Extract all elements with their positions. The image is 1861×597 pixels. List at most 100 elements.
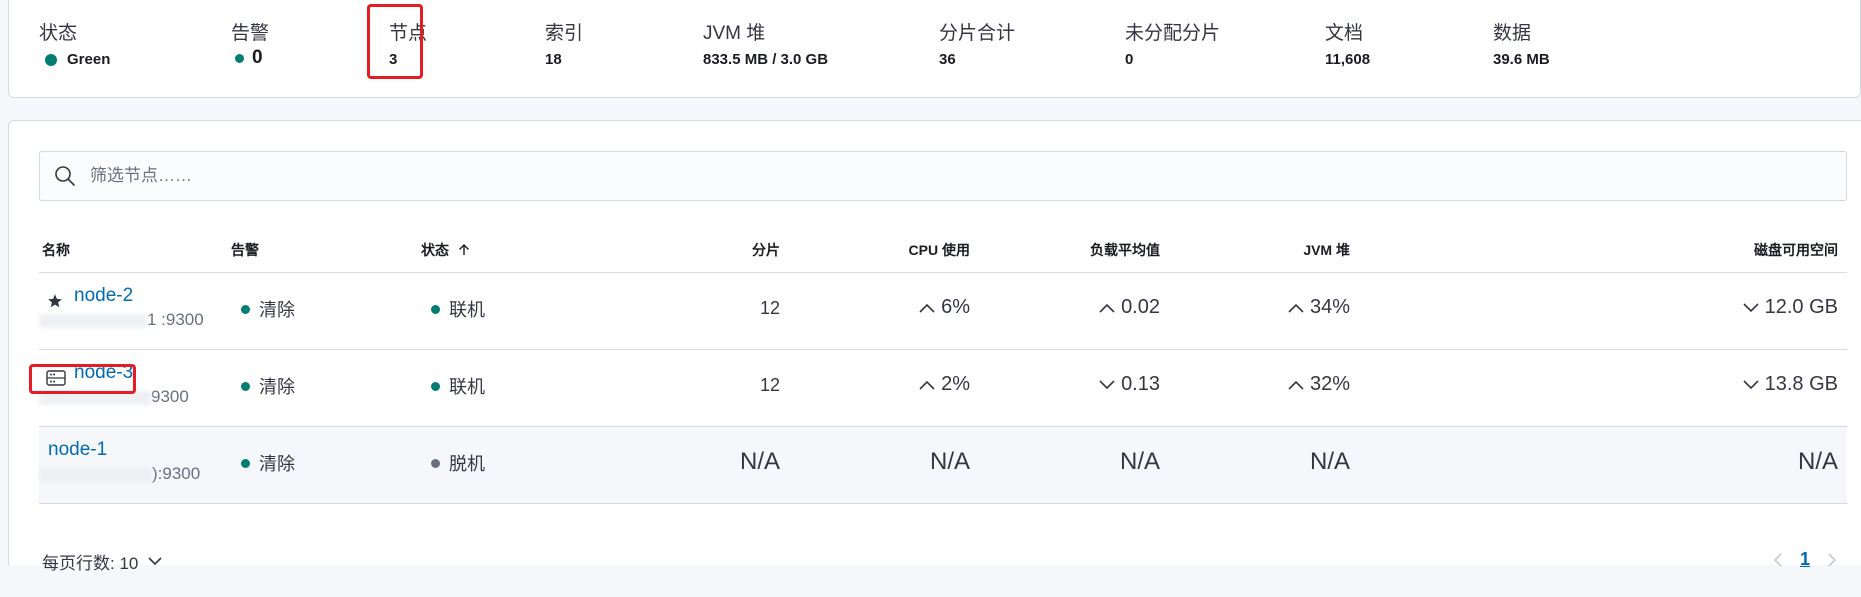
- jvm-heap-usage: 32%: [1288, 373, 1350, 396]
- stat-data-value: 39.6 MB: [1493, 51, 1550, 68]
- shards-value: 12: [759, 375, 780, 395]
- stat-data: 数据 39.6 MB: [1493, 22, 1550, 70]
- column-header-shards[interactable]: 分片: [752, 240, 780, 260]
- stat-total-shards-value: 36: [939, 51, 956, 68]
- column-header-alerts[interactable]: 告警: [231, 240, 259, 260]
- node-status-text: 联机: [449, 300, 485, 320]
- stat-indices-value[interactable]: 18: [545, 50, 583, 70]
- alert-count-text[interactable]: 0: [252, 48, 263, 68]
- jvm-heap-value: N/A: [1309, 448, 1350, 475]
- node-1-highlight: [29, 364, 136, 394]
- stat-unassigned-shards: 未分配分片 0: [1125, 22, 1220, 70]
- search-input[interactable]: [88, 165, 1792, 187]
- sort-ascending-icon: [459, 244, 469, 255]
- cluster-summary-bar: 状态 Green 告警 0 节点 3 索引 18 JVM 堆 833.5 MB …: [8, 0, 1861, 98]
- column-header-status[interactable]: 状态: [421, 240, 470, 260]
- table-row: node-1 ):9300 清除 脱机 N/A N/A N/A N/A N/A: [39, 427, 1847, 504]
- redacted-address-mask: [39, 313, 147, 328]
- trend-up-icon: [1288, 303, 1304, 313]
- stat-documents: 文档 11,608: [1325, 22, 1370, 70]
- trend-up-icon: [919, 303, 935, 313]
- node-status: 脱机: [431, 450, 485, 476]
- stat-data-label: 数据: [1493, 23, 1532, 44]
- stat-total-shards-label: 分片合计: [939, 23, 1016, 44]
- alert-dot-icon: [235, 53, 244, 63]
- alert-status: 清除: [241, 373, 295, 399]
- node-address: ):9300: [39, 464, 200, 484]
- load-average: 0.02: [1099, 296, 1160, 319]
- stat-total-shards: 分片合计 36: [939, 22, 1015, 70]
- disk-free-space: 12.0 GB: [1743, 296, 1838, 319]
- cpu-usage-value: 6%: [941, 296, 970, 318]
- cpu-usage-value: N/A: [929, 448, 970, 475]
- alert-status-text: 清除: [259, 377, 295, 397]
- alert-dot-icon: [241, 381, 250, 391]
- cpu-usage-value: 2%: [941, 373, 970, 395]
- stat-documents-label: 文档: [1325, 23, 1364, 44]
- node-address-visible: 1 :9300: [147, 310, 204, 329]
- node-status: 联机: [431, 296, 485, 322]
- alert-dot-icon: [241, 304, 250, 314]
- node-link[interactable]: node-1: [48, 439, 107, 461]
- column-header-cpu[interactable]: CPU 使用: [909, 240, 970, 260]
- alert-status: 清除: [241, 450, 295, 476]
- node-address: 1 :9300: [39, 310, 204, 330]
- cpu-usage: 6%: [919, 296, 970, 319]
- column-header-disk[interactable]: 磁盘可用空间: [1754, 240, 1838, 260]
- load-average-value: N/A: [1119, 448, 1160, 475]
- disk-free-value: 12.0 GB: [1764, 296, 1838, 318]
- status-dot-icon: [431, 304, 440, 314]
- column-header-name[interactable]: 名称: [42, 240, 70, 260]
- table-footer: 每页行数: 10 1: [39, 549, 1847, 597]
- disk-free-value: N/A: [1797, 448, 1838, 475]
- column-header-jvm[interactable]: JVM 堆: [1303, 240, 1350, 260]
- trend-down-icon: [1743, 379, 1759, 389]
- load-average-value: 0.13: [1121, 373, 1160, 395]
- search-icon: [55, 166, 75, 186]
- node-link[interactable]: node-2: [74, 285, 133, 307]
- redacted-address-mask: [39, 467, 152, 482]
- stat-alerts-label: 告警: [231, 23, 270, 44]
- disk-free-value: 13.8 GB: [1764, 373, 1838, 395]
- next-page-icon[interactable]: [1828, 552, 1837, 567]
- alert-status-text: 清除: [259, 300, 295, 320]
- cpu-usage: 2%: [919, 373, 970, 396]
- column-header-load[interactable]: 负载平均值: [1090, 240, 1160, 260]
- jvm-heap-value: 34%: [1309, 296, 1350, 318]
- trend-up-icon: [1288, 380, 1304, 390]
- stat-indices: 索引 18: [545, 22, 583, 70]
- column-header-status-label: 状态: [421, 242, 449, 258]
- pagination: 1: [1773, 549, 1837, 570]
- stat-documents-value: 11,608: [1325, 51, 1371, 68]
- stat-jvm-heap: JVM 堆 833.5 MB / 3.0 GB: [703, 22, 828, 70]
- node-address-visible: ):9300: [152, 464, 201, 483]
- previous-page-icon[interactable]: [1773, 552, 1782, 567]
- node-filter-search[interactable]: [39, 151, 1847, 201]
- trend-up-icon: [1099, 303, 1115, 313]
- node-address-visible: 9300: [151, 387, 189, 406]
- shards-value: 12: [759, 298, 780, 318]
- status-dot-icon: [431, 381, 440, 391]
- alert-status-text: 清除: [259, 454, 295, 474]
- stat-indices-label: 索引: [545, 23, 584, 44]
- health-status-text: Green: [67, 51, 111, 68]
- disk-free-space: 13.8 GB: [1743, 373, 1838, 396]
- stat-alerts-value: 0: [231, 48, 269, 68]
- alert-status: 清除: [241, 296, 295, 322]
- node-status-text: 联机: [449, 377, 485, 397]
- table-row: node-2 1 :9300 清除 联机 12 6% 0.02 34% 12.0…: [39, 273, 1847, 350]
- stat-status-value: Green: [39, 50, 110, 70]
- stat-alerts: 告警 0: [231, 22, 269, 68]
- nodes-stat-highlight: [367, 4, 423, 79]
- load-average-value: 0.02: [1121, 296, 1160, 318]
- table-row: node-3 9300 清除 联机 12 2% 0.13 32% 13.8 GB: [39, 350, 1847, 427]
- stat-unassigned-shards-value: 0: [1125, 51, 1134, 68]
- stat-unassigned-shards-label: 未分配分片: [1125, 23, 1221, 44]
- nodes-table: 名称 告警 状态 分片 CPU 使用 负载平均值 JVM 堆 磁盘可用空间 no…: [39, 224, 1847, 504]
- node-status-text: 脱机: [449, 454, 485, 474]
- rows-per-page-selector[interactable]: 每页行数: 10: [42, 549, 162, 574]
- health-dot-icon: [45, 54, 57, 66]
- page-number-button[interactable]: 1: [1800, 549, 1810, 570]
- stat-jvm-heap-value: 833.5 MB / 3.0 GB: [703, 51, 829, 68]
- stat-status-label: 状态: [39, 23, 78, 44]
